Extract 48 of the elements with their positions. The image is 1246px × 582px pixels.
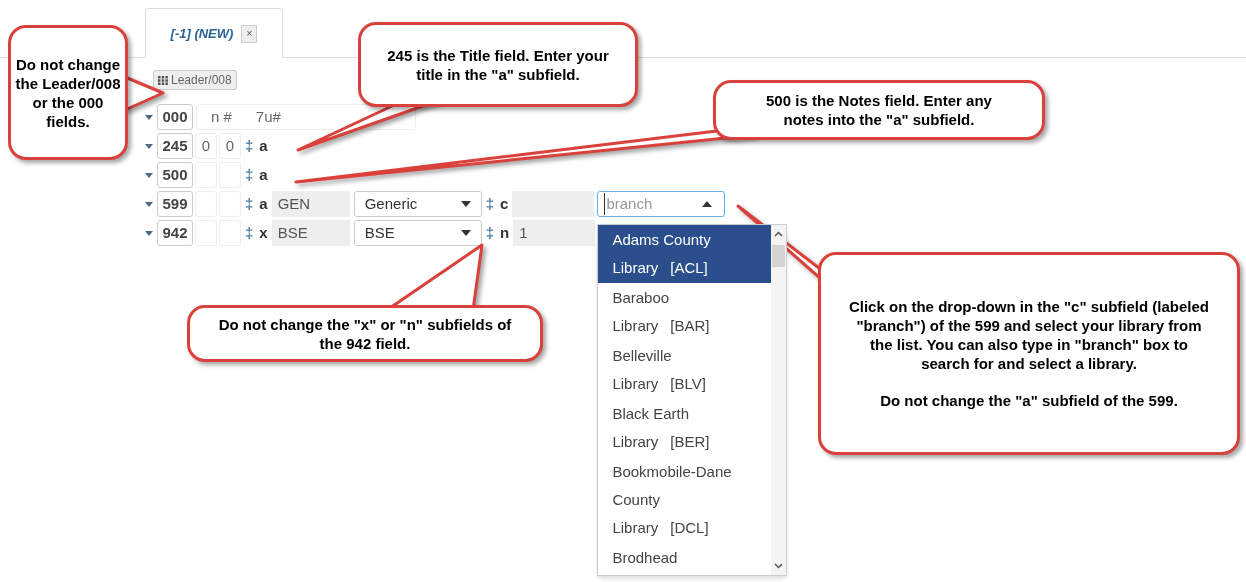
branch-option[interactable]: Adams County Library [ACL] bbox=[598, 225, 772, 283]
caret-icon[interactable] bbox=[145, 201, 153, 207]
callout: 500 is the Notes field. Enter any notes into the "a" subfield. bbox=[713, 80, 1045, 140]
tag-field[interactable]: 599 bbox=[157, 191, 193, 217]
caret-icon[interactable] bbox=[145, 114, 153, 120]
select-field[interactable]: Generic bbox=[353, 191, 482, 217]
record-tab[interactable]: [-1] (NEW) × bbox=[145, 8, 283, 58]
branch-option[interactable]: Brodhead bbox=[598, 543, 772, 573]
readonly-field: 1 bbox=[513, 220, 596, 246]
branch-option[interactable]: Bookmobile-Dane County Library [DCL] bbox=[598, 457, 772, 543]
branch-option[interactable]: Baraboo Library [BAR] bbox=[598, 283, 772, 341]
indicator-field[interactable]: 0 bbox=[195, 133, 217, 159]
subfield-delimiter: ‡ bbox=[485, 193, 495, 214]
caret-icon[interactable] bbox=[145, 172, 153, 178]
subfield-code: n bbox=[500, 222, 510, 243]
subfield-delimiter: ‡ bbox=[245, 164, 254, 185]
tag-field[interactable]: 500 bbox=[157, 162, 193, 188]
scrollbar[interactable] bbox=[771, 225, 787, 575]
subfield-delimiter: ‡ bbox=[245, 222, 254, 243]
dropdown-caret-icon bbox=[460, 201, 471, 207]
leader-button[interactable]: Leader/008 bbox=[153, 70, 237, 90]
branch-option[interactable]: Black Earth Library [BER] bbox=[598, 399, 772, 457]
code-field[interactable]: GEN bbox=[271, 191, 350, 217]
tag-field[interactable]: 245 bbox=[157, 133, 193, 159]
indicator-field[interactable]: 0 bbox=[219, 133, 241, 159]
subfield-delimiter: ‡ bbox=[245, 135, 254, 156]
close-button[interactable]: × bbox=[241, 24, 258, 43]
code-field[interactable]: BSE bbox=[271, 220, 350, 246]
subfield-delimiter: ‡ bbox=[485, 222, 495, 243]
subfield-code: x bbox=[259, 222, 268, 243]
tag-field[interactable]: 000 bbox=[157, 104, 193, 130]
scroll-down-icon[interactable] bbox=[774, 563, 784, 569]
subfield-delimiter: ‡ bbox=[245, 193, 254, 214]
dropdown-caret-icon bbox=[460, 230, 471, 236]
subfield-code: a bbox=[259, 164, 268, 185]
callout: Click on the drop-down in the "c" subfield (labeled "branch") of the 599 and select your library from the list. You can also type in "branch" box to search for and select a library. Do not change the "a" subfield of the 599. bbox=[818, 252, 1240, 455]
subfield-code: a bbox=[259, 193, 268, 214]
branch-option[interactable]: Belleville Library [BLV] bbox=[598, 341, 772, 399]
scroll-up-icon[interactable] bbox=[774, 231, 784, 237]
grid-icon bbox=[158, 75, 168, 85]
subfield-code: a bbox=[259, 135, 268, 156]
scrollbar-thumb[interactable] bbox=[772, 245, 786, 267]
caret-icon[interactable] bbox=[145, 143, 153, 149]
subfield-code: c bbox=[500, 193, 509, 214]
select-field[interactable]: BSE bbox=[353, 220, 482, 246]
caret-icon[interactable] bbox=[145, 230, 153, 236]
tag-field[interactable]: 942 bbox=[157, 220, 193, 246]
callout: Do not change the Leader/008 or the 000 fields. bbox=[8, 25, 128, 160]
